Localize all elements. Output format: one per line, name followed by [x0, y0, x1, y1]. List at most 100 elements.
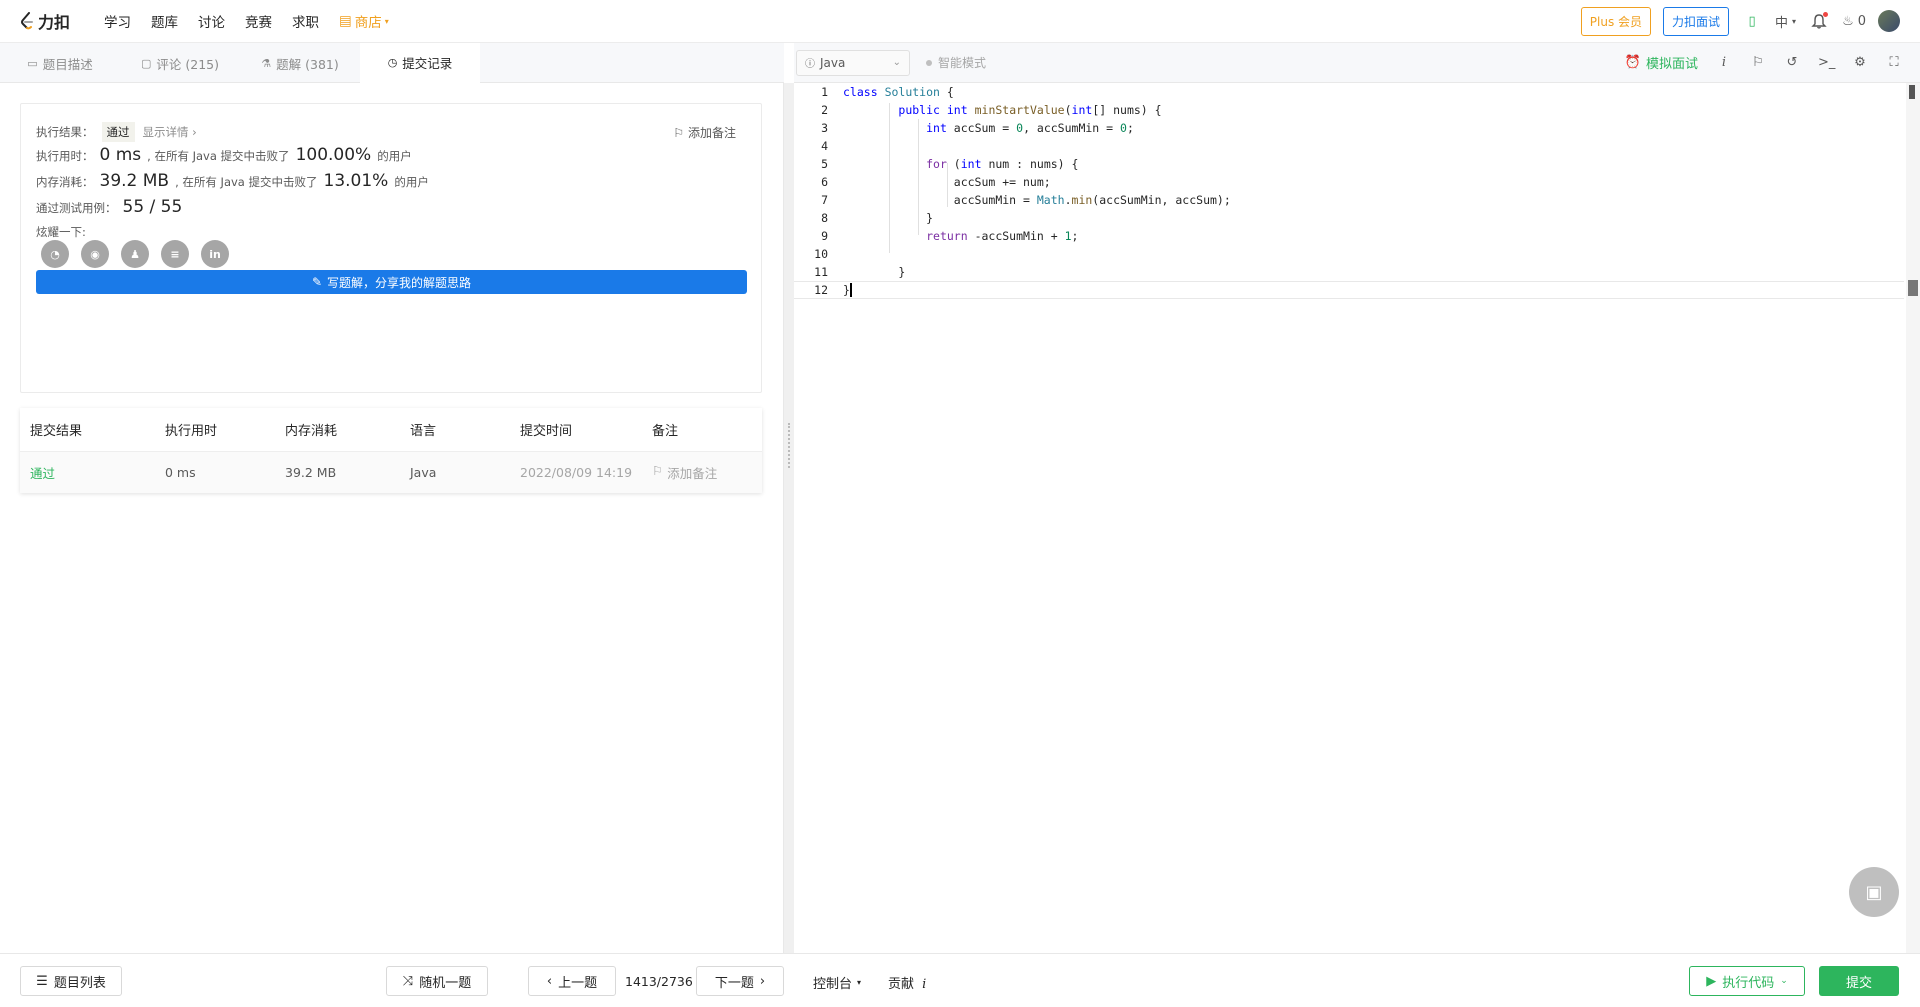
alarm-clock-icon: ⏰: [1624, 55, 1641, 70]
notes-float-button[interactable]: ▣: [1849, 867, 1899, 917]
reset-icon[interactable]: ↺: [1784, 55, 1800, 70]
row-result[interactable]: 通过: [20, 463, 165, 482]
console-toggle[interactable]: 控制台 ▾: [813, 973, 861, 992]
store-label: 商店: [354, 15, 382, 31]
header-memory: 内存消耗: [285, 424, 338, 439]
prev-problem-button[interactable]: ‹ 上一题: [528, 966, 616, 996]
leetcode-logo[interactable]: 力扣: [20, 9, 70, 33]
settings-gear-icon[interactable]: ⚙: [1852, 55, 1868, 70]
memory-text: , 在所有 Java 提交中击败了: [175, 175, 318, 189]
smart-mode-toggle[interactable]: 智能模式: [926, 54, 986, 71]
terminal-icon[interactable]: >_: [1818, 55, 1835, 70]
tab-comments[interactable]: ▢ 评论 (215): [120, 43, 240, 83]
code-text: for (int num : nums) {: [926, 157, 1079, 171]
chevron-down-icon: ⌄: [1780, 976, 1788, 986]
logo-text: 力扣: [38, 13, 71, 32]
contribute-button[interactable]: 贡献 i: [888, 973, 926, 992]
contribute-label: 贡献: [888, 977, 915, 992]
row-add-note[interactable]: ⚐ 添加备注: [652, 463, 762, 482]
qq-icon[interactable]: ♟: [121, 240, 149, 268]
next-problem-button[interactable]: 下一题 ›: [696, 966, 784, 996]
header-note: 备注: [652, 424, 679, 439]
runtime-row: 执行用时： 0 ms , 在所有 Java 提交中击败了 100.00% 的用户: [36, 145, 412, 165]
code-line: 11 }: [794, 263, 1904, 281]
tests-label: 通过测试用例：: [36, 201, 117, 215]
runtime-value: 0 ms: [99, 145, 142, 165]
interview-button[interactable]: 力扣面试: [1663, 6, 1730, 36]
code-editor[interactable]: 1 class Solution { 2 public int minStartV…: [794, 83, 1920, 953]
drag-handle[interactable]: [788, 423, 790, 468]
memory-label: 内存消耗：: [36, 175, 94, 189]
memory-percentile: 13.01%: [323, 171, 389, 191]
add-note-button[interactable]: ⚐ 添加备注: [673, 124, 736, 141]
show-details-link[interactable]: 显示详情 ›: [143, 124, 197, 140]
language-switch[interactable]: 中 ▾: [1775, 10, 1796, 32]
nav-item-discuss[interactable]: 讨论: [188, 11, 235, 31]
run-code-button[interactable]: ▶ 执行代码 ⌄: [1689, 966, 1805, 996]
wechat-icon[interactable]: ◔: [41, 240, 69, 268]
random-label: 随机一题: [419, 975, 472, 991]
line-number: 8: [821, 211, 828, 225]
chevron-down-icon: ▾: [857, 978, 862, 987]
code-line: 4: [794, 137, 1904, 155]
weibo-icon[interactable]: ◉: [81, 240, 109, 268]
notification-bell-icon[interactable]: [1808, 10, 1830, 32]
scrollbar-thumb[interactable]: [1909, 85, 1915, 99]
line-number: 12: [814, 283, 828, 297]
nav-item-jobs[interactable]: 求职: [282, 11, 329, 31]
panel-splitter[interactable]: [784, 83, 794, 953]
row-memory: 39.2 MB: [285, 465, 337, 480]
runtime-text: , 在所有 Java 提交中击败了: [147, 149, 290, 163]
document-icon: ▭: [27, 56, 38, 70]
language-select[interactable]: ⓘ Java ⌄: [796, 49, 910, 76]
code-line: 3 int accSum = 0, accSumMin = 0;: [794, 119, 1904, 137]
fullscreen-icon[interactable]: ⛶: [1886, 55, 1902, 70]
line-number: 10: [814, 247, 828, 261]
editor-scrollbar[interactable]: [1906, 83, 1920, 953]
row-runtime: 0 ms: [165, 465, 196, 480]
line-number: 6: [821, 175, 828, 189]
code-text: return -accSumMin + 1;: [926, 229, 1079, 243]
flag-icon[interactable]: ⚐: [1750, 55, 1766, 70]
random-problem-button[interactable]: ⤨ 随机一题: [386, 966, 488, 996]
submit-button[interactable]: 提交: [1819, 966, 1899, 996]
nav-item-learn[interactable]: 学习: [94, 11, 141, 31]
submission-panel: 执行结果： 通过 显示详情 › ⚐ 添加备注 执行用时： 0 ms , 在所有 …: [0, 83, 784, 953]
nav-item-problems[interactable]: 题库: [141, 11, 188, 31]
status-dot-icon: [926, 59, 932, 66]
runtime-label: 执行用时：: [36, 149, 94, 163]
tab-submissions[interactable]: ◷ 提交记录: [360, 43, 480, 83]
plus-membership-button[interactable]: Plus 会员: [1580, 6, 1652, 36]
nav-item-contest[interactable]: 竞赛: [235, 11, 282, 31]
table-row[interactable]: 通过 0 ms 39.2 MB Java 2022/08/09 14:19 ⚐ …: [20, 452, 762, 493]
write-solution-label: 写题解，分享我的解题思路: [327, 275, 472, 290]
cursor-marker: [1908, 280, 1918, 296]
tab-solutions[interactable]: ⚗ 题解 (381): [240, 43, 360, 83]
runtime-percentile: 100.00%: [295, 145, 372, 165]
linkedin-icon[interactable]: in: [201, 240, 229, 268]
flag-icon: ⚐: [673, 125, 684, 140]
user-avatar[interactable]: [1878, 10, 1900, 32]
points-indicator[interactable]: ♨ 0: [1842, 10, 1866, 32]
info-italic-icon[interactable]: i: [1716, 55, 1732, 70]
code-line: 9 return -accSumMin + 1;: [794, 227, 1904, 245]
next-label: 下一题: [714, 975, 754, 991]
mock-interview-button[interactable]: ⏰ 模拟面试: [1625, 53, 1698, 72]
console-label: 控制台: [813, 977, 853, 992]
nav-item-store[interactable]: ▤ 商店 ▾: [329, 11, 399, 31]
pencil-icon: ✎: [311, 275, 323, 289]
douban-icon[interactable]: ≡: [161, 240, 189, 268]
problem-list-button[interactable]: ☰ 题目列表: [20, 966, 122, 996]
write-solution-button[interactable]: ✎ 写题解，分享我的解题思路: [36, 270, 747, 294]
smart-mode-label: 智能模式: [938, 56, 987, 70]
chevron-down-icon: ▾: [384, 16, 389, 26]
code-line: 2 public int minStartValue(int[] nums) {: [794, 101, 1904, 119]
table-header: 提交结果 执行用时 内存消耗 语言 提交时间 备注: [20, 408, 762, 452]
tab-label: 题解 (381): [276, 56, 339, 72]
mobile-app-icon[interactable]: ▯: [1741, 10, 1763, 32]
header-time: 提交时间: [520, 424, 573, 439]
code-line-current: 12}: [794, 281, 1904, 299]
tab-label: 题目描述: [42, 56, 93, 72]
problem-list-label: 题目列表: [53, 975, 106, 991]
tab-description[interactable]: ▭ 题目描述: [0, 43, 120, 83]
